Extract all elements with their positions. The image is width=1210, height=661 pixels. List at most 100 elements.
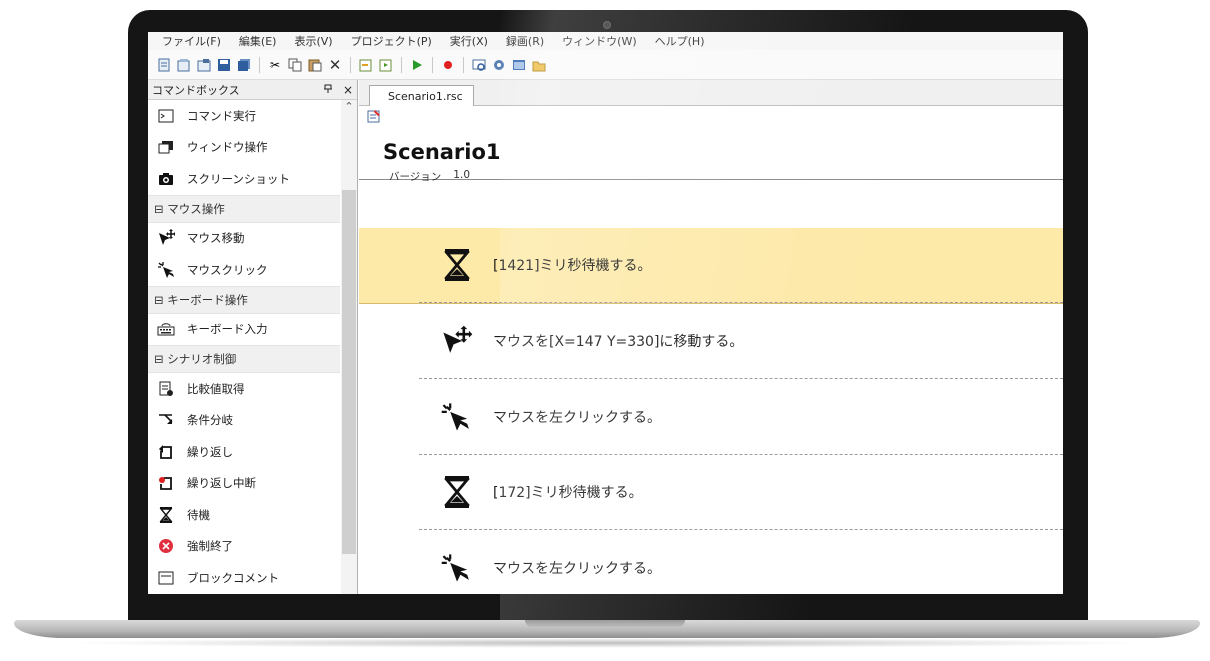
command-item[interactable]: 繰り返し中断: [148, 468, 340, 500]
toolbar-divider: [401, 56, 402, 73]
command-group-header[interactable]: ⊟ マウス操作: [148, 194, 340, 223]
import-icon[interactable]: [358, 57, 374, 73]
command-box-panel: コマンドボックス × コマンド実行 ウィンドウ操作スクリーンショット ⊟ マウス操作…: [148, 80, 358, 594]
tab-label: Scenario1.rsc: [388, 89, 463, 103]
laptop-shadow: [60, 638, 1150, 648]
compare-icon: [157, 380, 175, 398]
folder-icon[interactable]: [531, 57, 547, 73]
menu-help[interactable]: ヘルプ(H): [655, 33, 705, 49]
step-divider: [419, 301, 1063, 303]
command-item-label: 条件分岐: [187, 413, 233, 428]
camera-icon: [603, 21, 611, 29]
branch-icon: [157, 411, 175, 429]
hourglass-icon: [157, 506, 175, 524]
step-text: [172]ミリ秒待機する。: [493, 485, 643, 502]
command-item-label: コマンド実行: [187, 108, 256, 123]
command-item[interactable]: 強制終了: [148, 531, 340, 563]
command-item[interactable]: コマンド実行: [148, 100, 340, 132]
pin-icon[interactable]: [323, 83, 333, 97]
toolbar-divider: [432, 56, 433, 73]
command-item[interactable]: 条件分岐: [148, 405, 340, 437]
scenario-step[interactable]: マウスを左クリックする。: [359, 379, 1063, 455]
save-icon[interactable]: [216, 57, 232, 73]
paste-icon[interactable]: [307, 57, 323, 73]
hourglass-icon: [439, 247, 475, 283]
command-group-label: ⊟ キーボード操作: [154, 292, 248, 307]
open-icon[interactable]: [196, 57, 212, 73]
export-icon[interactable]: [378, 57, 394, 73]
command-item[interactable]: マウスクリック: [148, 254, 340, 286]
command-item-label: 強制終了: [187, 539, 233, 554]
command-item[interactable]: マウス移動: [148, 223, 340, 255]
loop-break-icon: [157, 474, 175, 492]
menu-project[interactable]: プロジェクト(P): [351, 33, 432, 49]
step-text: マウスを左クリックする。: [493, 409, 661, 426]
mouse-move-icon: [439, 323, 475, 359]
toolbar-divider: [259, 56, 260, 73]
toolbar-divider: [350, 56, 351, 73]
menu-file[interactable]: ファイル(F): [162, 33, 221, 49]
command-item-label: スクリーンショット: [187, 171, 290, 186]
command-item[interactable]: 繰り返し: [148, 436, 340, 468]
command-item-label: ウィンドウ操作: [187, 140, 268, 155]
mouse-click-icon: [439, 550, 475, 586]
scenario-step[interactable]: マウスを[X=147 Y=330]に移動する。: [359, 304, 1063, 379]
keyboard-icon: [157, 320, 175, 338]
capture-icon[interactable]: [471, 57, 487, 73]
copy-icon[interactable]: [287, 57, 303, 73]
scrollbar-thumb[interactable]: [342, 190, 356, 554]
command-group-label: ⊟ シナリオ制御: [154, 352, 237, 366]
step-text: マウスを左クリックする。: [493, 560, 661, 577]
command-item[interactable]: 比較値取得: [148, 373, 340, 405]
settings-icon[interactable]: [491, 57, 507, 73]
scenario-editor: Scenario1.rsc Scenario1 バージョン 1.0 [1421]…: [359, 80, 1063, 594]
scenario-title: Scenario1: [383, 140, 501, 164]
command-item-label: マウス移動: [187, 231, 245, 246]
command-item-label: 比較値取得: [187, 381, 245, 396]
scenario-step[interactable]: [1421]ミリ秒待機する。: [359, 228, 1063, 304]
cut-icon[interactable]: ✂: [267, 57, 283, 73]
scenario-step[interactable]: マウスを左クリックする。: [359, 530, 1063, 594]
editor-toolbar: [359, 106, 1063, 128]
scenario-step[interactable]: [172]ミリ秒待機する。: [359, 455, 1063, 530]
step-text: マウスを[X=147 Y=330]に移動する。: [493, 334, 744, 351]
command-group-header[interactable]: ⊟ シナリオ制御: [148, 345, 340, 373]
panel-title-bar: コマンドボックス ×: [148, 80, 357, 100]
save-all-icon[interactable]: [236, 57, 252, 73]
mouse-click-icon: [157, 261, 175, 279]
version-value: 1.0: [453, 169, 470, 181]
command-list: コマンド実行 ウィンドウ操作スクリーンショット ⊟ マウス操作マウス移動マウスクリッ…: [148, 100, 340, 594]
scenario-version: バージョン 1.0: [389, 169, 470, 184]
tab-scenario1[interactable]: Scenario1.rsc: [369, 85, 474, 106]
camera-icon: [157, 170, 175, 188]
command-item-label: マウスクリック: [187, 262, 268, 277]
new-project-icon[interactable]: [156, 57, 172, 73]
mouse-move-icon: [157, 229, 175, 247]
menu-record[interactable]: 録画(R): [506, 33, 544, 49]
step-text: [1421]ミリ秒待機する。: [493, 258, 652, 275]
main-toolbar: ✂ ✕: [148, 50, 1063, 80]
close-panel-button[interactable]: ×: [343, 83, 353, 97]
scenario-header: Scenario1 バージョン 1.0: [359, 128, 1063, 183]
command-item[interactable]: キーボード入力: [148, 314, 340, 346]
command-group-header[interactable]: ⊟ キーボード操作: [148, 285, 340, 314]
console-icon: [157, 107, 175, 125]
delete-icon[interactable]: ✕: [327, 56, 343, 74]
record-icon[interactable]: [440, 57, 456, 73]
command-item[interactable]: スクリーンショット: [148, 163, 340, 195]
new-scenario-icon[interactable]: [176, 57, 192, 73]
play-icon[interactable]: [409, 57, 425, 73]
command-item[interactable]: ブロックコメント: [148, 562, 340, 594]
command-item[interactable]: ウィンドウ操作: [148, 132, 340, 164]
window-icon[interactable]: [511, 57, 527, 73]
scroll-up-arrow-icon[interactable]: ⌃: [341, 100, 357, 120]
window-icon: [157, 138, 175, 156]
menu-window[interactable]: ウィンドウ(W): [562, 33, 636, 49]
menu-bar: ファイル(F) 編集(E) 表示(V) プロジェクト(P) 実行(X) 録画(R…: [148, 32, 1063, 50]
menu-view[interactable]: 表示(V): [294, 33, 332, 49]
edit-properties-icon[interactable]: [367, 108, 381, 127]
menu-run[interactable]: 実行(X): [450, 33, 488, 49]
command-item[interactable]: 待機: [148, 499, 340, 531]
app-window: ファイル(F) 編集(E) 表示(V) プロジェクト(P) 実行(X) 録画(R…: [148, 32, 1063, 594]
menu-edit[interactable]: 編集(E): [239, 33, 277, 49]
